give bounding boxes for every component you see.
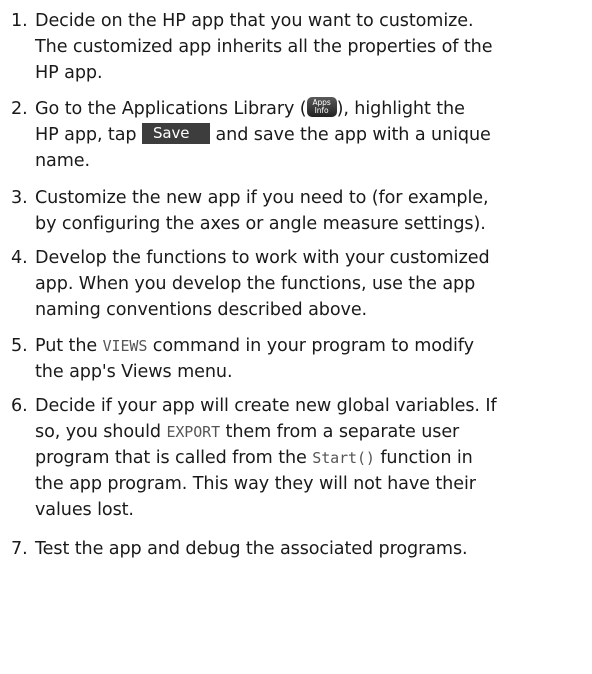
step-number: 1. (11, 11, 28, 31)
step-text: Decide on the HP app that you want to cu… (35, 8, 587, 86)
text-line: Decide if your app will create new globa… (35, 396, 497, 416)
save-softkey-icon: Save (141, 123, 210, 144)
text-line: Customize the new app if you need to (fo… (35, 188, 489, 208)
text-fragment: them from a separate user (225, 422, 460, 442)
text-line: so, you should EXPORT them from a separa… (35, 419, 587, 445)
code-export: EXPORT (166, 423, 221, 441)
step-number: 4. (11, 248, 28, 268)
step-number: 2. (11, 99, 28, 119)
code-views: VIEWS (102, 337, 148, 355)
text-fragment: function in (380, 448, 473, 468)
step-number: 7. (11, 539, 28, 559)
text-line: The customized app inherits all the prop… (35, 37, 493, 57)
text-line: Put the VIEWS command in your program to… (35, 333, 587, 359)
step-number: 6. (11, 396, 28, 416)
step-text: Put the VIEWS command in your program to… (35, 333, 587, 385)
text-fragment: Put the (35, 336, 98, 356)
step-text: Go to the Applications Library (Apps Info… (35, 96, 587, 174)
text-fragment: HP app, tap (35, 125, 137, 145)
text-line: name. (35, 151, 90, 171)
key-bottom-label: Info (314, 106, 329, 115)
text-line: Go to the Applications Library (Apps Info… (35, 96, 587, 122)
step-text: Decide if your app will create new globa… (35, 393, 587, 523)
text-line: the app's Views menu. (35, 362, 233, 382)
text-line: the app program. This way they will not … (35, 474, 476, 494)
step-text: Customize the new app if you need to (fo… (35, 185, 587, 237)
code-start: Start() (312, 449, 375, 467)
text-line: values lost. (35, 500, 134, 520)
apps-info-key-icon: Apps Info (306, 97, 337, 117)
text-fragment: Go to the Applications Library ( (35, 99, 307, 119)
text-fragment: and save the app with a unique (215, 125, 491, 145)
text-line: by configuring the axes or angle measure… (35, 214, 486, 234)
step-text: Test the app and debug the associated pr… (35, 536, 587, 562)
step-text: Develop the functions to work with your … (35, 245, 587, 323)
step-number: 3. (11, 188, 28, 208)
text-line: Test the app and debug the associated pr… (35, 539, 468, 559)
text-fragment: program that is called from the (35, 448, 307, 468)
text-line: app. When you develop the functions, use… (35, 274, 476, 294)
text-line: program that is called from the Start() … (35, 445, 587, 471)
step-number: 5. (11, 336, 28, 356)
text-line: HP app. (35, 63, 103, 83)
text-line: naming conventions described above. (35, 300, 368, 320)
text-line: Develop the functions to work with your … (35, 248, 490, 268)
text-line: Decide on the HP app that you want to cu… (35, 11, 474, 31)
text-fragment: so, you should (35, 422, 161, 442)
text-line: HP app, tap Save and save the app with a… (35, 122, 587, 148)
text-fragment: ), highlight the (336, 99, 465, 119)
text-fragment: command in your program to modify (152, 336, 474, 356)
